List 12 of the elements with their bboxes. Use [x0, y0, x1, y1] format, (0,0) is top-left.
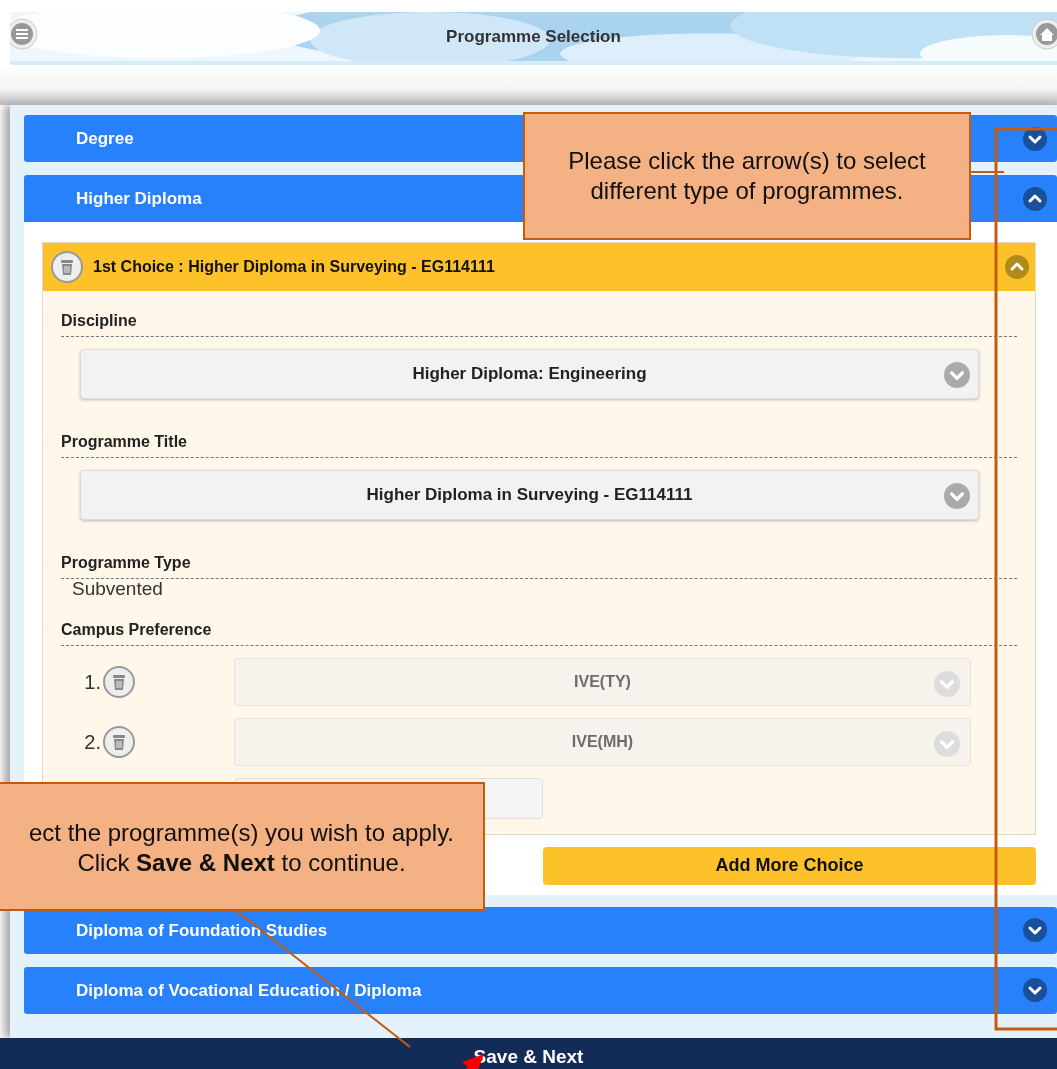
row-number: 1. [83, 669, 101, 695]
row-number: 2. [83, 729, 101, 755]
callout-tooltip: Please click the arrow(s) to select different type of programmes. [523, 112, 971, 240]
page-title: Programme Selection [446, 25, 621, 48]
field-label: Campus Preference [61, 617, 1017, 646]
field-value: Subvented [71, 579, 164, 600]
select-field: IVE(MH) [234, 717, 971, 766]
field-label: Programme Title [61, 430, 1017, 458]
callout-tooltip: ect the programme(s) you wish to apply. Click Save & Next to continue. [0, 782, 485, 911]
select-field: IVE(TY) [234, 657, 971, 706]
field-label: Programme Type [61, 551, 1017, 579]
field-label: Discipline [61, 309, 1017, 337]
